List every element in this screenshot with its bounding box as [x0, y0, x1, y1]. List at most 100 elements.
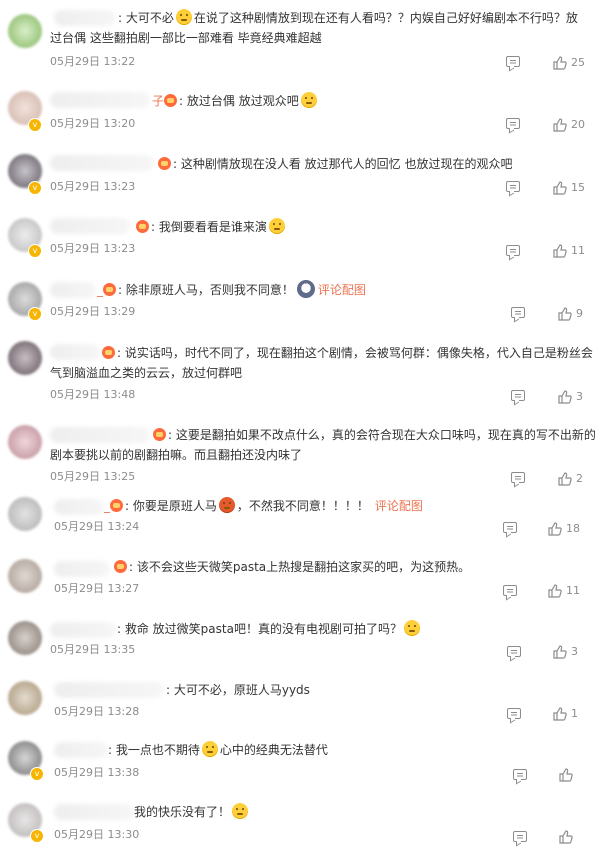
comment-text-part: : 大可不必，原班人马yyds	[166, 683, 310, 697]
comment-text: : 大可不必，原班人马yyds	[166, 680, 310, 700]
reply-icon[interactable]	[506, 56, 520, 67]
comment-text-line: 过台偶 这些翻拍剧一部比一部难看 毕竟经典难超越	[50, 31, 322, 45]
comment-text: : 这种剧情放现在没人看 放过那代人的回忆 也放过现在的观众吧	[158, 154, 513, 174]
username[interactable]	[50, 282, 96, 298]
comment-text-part: : 我一点也不期待	[108, 743, 200, 757]
avatar[interactable]	[8, 425, 42, 459]
comment-item: : 救命 放过微笑pasta吧！真的没有电视剧可拍了吗？ 05月29日 13:3…	[0, 617, 600, 667]
comment-text-part: ，不然我不同意！！！！	[236, 499, 369, 513]
comment-text-part: 我的快乐没有了！	[134, 805, 231, 819]
reply-icon[interactable]	[506, 118, 520, 129]
like-icon[interactable]	[553, 707, 567, 721]
reply-icon[interactable]	[506, 181, 520, 192]
comment-item: v 我的快乐没有了！ 05月29日 13:30	[0, 801, 600, 855]
comment-item: : 大可不必 在说了这种剧情放到现在还有人看吗？？内娱自己好好编剧本不行吗？放 过…	[0, 0, 600, 70]
fan-badge-icon	[102, 346, 115, 359]
avatar[interactable]	[8, 681, 42, 715]
fan-badge-icon	[164, 94, 178, 107]
comment-text: _: 除非原班人马，否则我不同意！ 评论配图	[97, 280, 366, 300]
fan-badge-icon	[158, 157, 171, 170]
mask-emoji-icon	[201, 741, 218, 757]
like-icon[interactable]	[559, 768, 573, 782]
timestamp: 05月29日 13:24	[54, 520, 140, 533]
comment-text-part: 心中的经典无法替代	[219, 743, 328, 757]
like-icon[interactable]	[548, 522, 562, 536]
like-icon[interactable]	[553, 244, 567, 258]
username[interactable]	[50, 92, 150, 108]
comment-image-link[interactable]: 评论配图	[318, 283, 366, 297]
reply-icon[interactable]	[513, 831, 527, 842]
sticker-icon	[296, 280, 315, 298]
comment-text: : 我一点也不期待 心中的经典无法替代	[108, 740, 328, 760]
username[interactable]	[54, 10, 116, 26]
comment-text-part: : 除非原班人马，否则我不同意！	[118, 283, 294, 297]
username-tail[interactable]: 子	[152, 94, 164, 108]
comment-text: : 大可不必 在说了这种剧情放到现在还有人看吗？？内娱自己好好编剧本不行吗？放	[118, 8, 578, 28]
reply-icon[interactable]	[506, 245, 520, 256]
like-icon[interactable]	[559, 830, 573, 844]
comment-image-link[interactable]: 评论配图	[375, 499, 423, 513]
avatar[interactable]	[8, 497, 42, 531]
username[interactable]	[54, 561, 110, 577]
fan-badge-icon	[153, 428, 166, 441]
comment-text-part: : 放过台偶 放过观众吧	[179, 94, 299, 108]
username[interactable]	[54, 804, 134, 820]
like-icon[interactable]	[558, 390, 572, 404]
like-icon[interactable]	[553, 118, 567, 132]
comment-item: : 大可不必，原班人马yyds 05月29日 13:28 1	[0, 679, 600, 729]
comment-text: : 我倒要看看是谁来演	[136, 217, 287, 237]
comment-item: : 该不会这些天微笑pasta上热搜是翻拍这家买的吧，为这预热。 05月29日 …	[0, 555, 600, 605]
avatar[interactable]	[8, 341, 42, 375]
fan-badge-icon	[110, 499, 123, 512]
timestamp: 05月29日 13:48	[50, 388, 136, 401]
like-icon[interactable]	[553, 181, 567, 195]
comment-item: _: 你要是原班人马 ，不然我不同意！！！！ 评论配图 05月29日 13:24 1…	[0, 493, 600, 537]
like-count: 11	[566, 584, 580, 597]
timestamp: 05月29日 13:25	[50, 470, 136, 483]
username[interactable]	[50, 427, 150, 443]
username[interactable]	[50, 344, 100, 360]
username[interactable]	[50, 218, 130, 234]
reply-icon[interactable]	[511, 390, 525, 401]
comment-text-line: 气到脑溢血之类的云云，放过何群吧	[50, 366, 243, 380]
reply-icon[interactable]	[503, 522, 517, 533]
comment-text: 子 : 放过台偶 放过观众吧	[152, 91, 319, 111]
like-count: 1	[571, 707, 578, 720]
reply-icon[interactable]	[503, 585, 517, 596]
avatar[interactable]	[8, 14, 42, 48]
reply-icon[interactable]	[513, 769, 527, 780]
username[interactable]	[50, 622, 116, 638]
comment-item: v : 我一点也不期待 心中的经典无法替代 05月29日 13:38	[0, 739, 600, 789]
username[interactable]	[54, 682, 164, 698]
avatar[interactable]	[8, 559, 42, 593]
comment-text: : 该不会这些天微笑pasta上热搜是翻拍这家买的吧，为这预热。	[114, 557, 470, 577]
comment-item: : 说实话吗，时代不同了，现在翻拍这个剧情，会被骂何群：偶像失格，代入自己是粉丝…	[0, 333, 600, 411]
reply-icon[interactable]	[511, 472, 525, 483]
comment-item: v : 我倒要看看是谁来演 05月29日 13:23 11	[0, 208, 600, 268]
like-icon[interactable]	[553, 645, 567, 659]
fan-badge-icon	[103, 283, 116, 296]
reply-icon[interactable]	[507, 708, 521, 719]
timestamp: 05月29日 13:23	[50, 180, 136, 193]
comment-text-part: : 该不会这些天微笑pasta上热搜是翻拍这家买的吧，为这预热。	[129, 560, 471, 574]
like-count: 3	[571, 645, 578, 658]
timestamp: 05月29日 13:27	[54, 582, 140, 595]
reply-icon[interactable]	[511, 307, 525, 318]
comment-text-part: : 我倒要看看是谁来演	[151, 220, 267, 234]
mask-emoji-icon	[403, 620, 420, 636]
like-icon[interactable]	[548, 584, 562, 598]
like-icon[interactable]	[558, 307, 572, 321]
crying-emoji-icon	[175, 9, 192, 25]
username[interactable]	[54, 742, 108, 758]
worried-emoji-icon	[300, 92, 317, 108]
username[interactable]	[50, 155, 154, 171]
comment-item: v _: 除非原班人马，否则我不同意！ 评论配图 05月29日 13:29 9	[0, 270, 600, 330]
like-icon[interactable]	[553, 56, 567, 70]
timestamp: 05月29日 13:35	[50, 643, 136, 656]
like-icon[interactable]	[558, 472, 572, 486]
comment-item: : 这要是翻拍如果不改点什么，真的会符合现在大众口味吗，现在真的写不出新的 剧本…	[0, 415, 600, 493]
username[interactable]	[54, 499, 104, 515]
fan-badge-icon	[136, 220, 149, 233]
avatar[interactable]	[8, 621, 42, 655]
reply-icon[interactable]	[507, 646, 521, 657]
